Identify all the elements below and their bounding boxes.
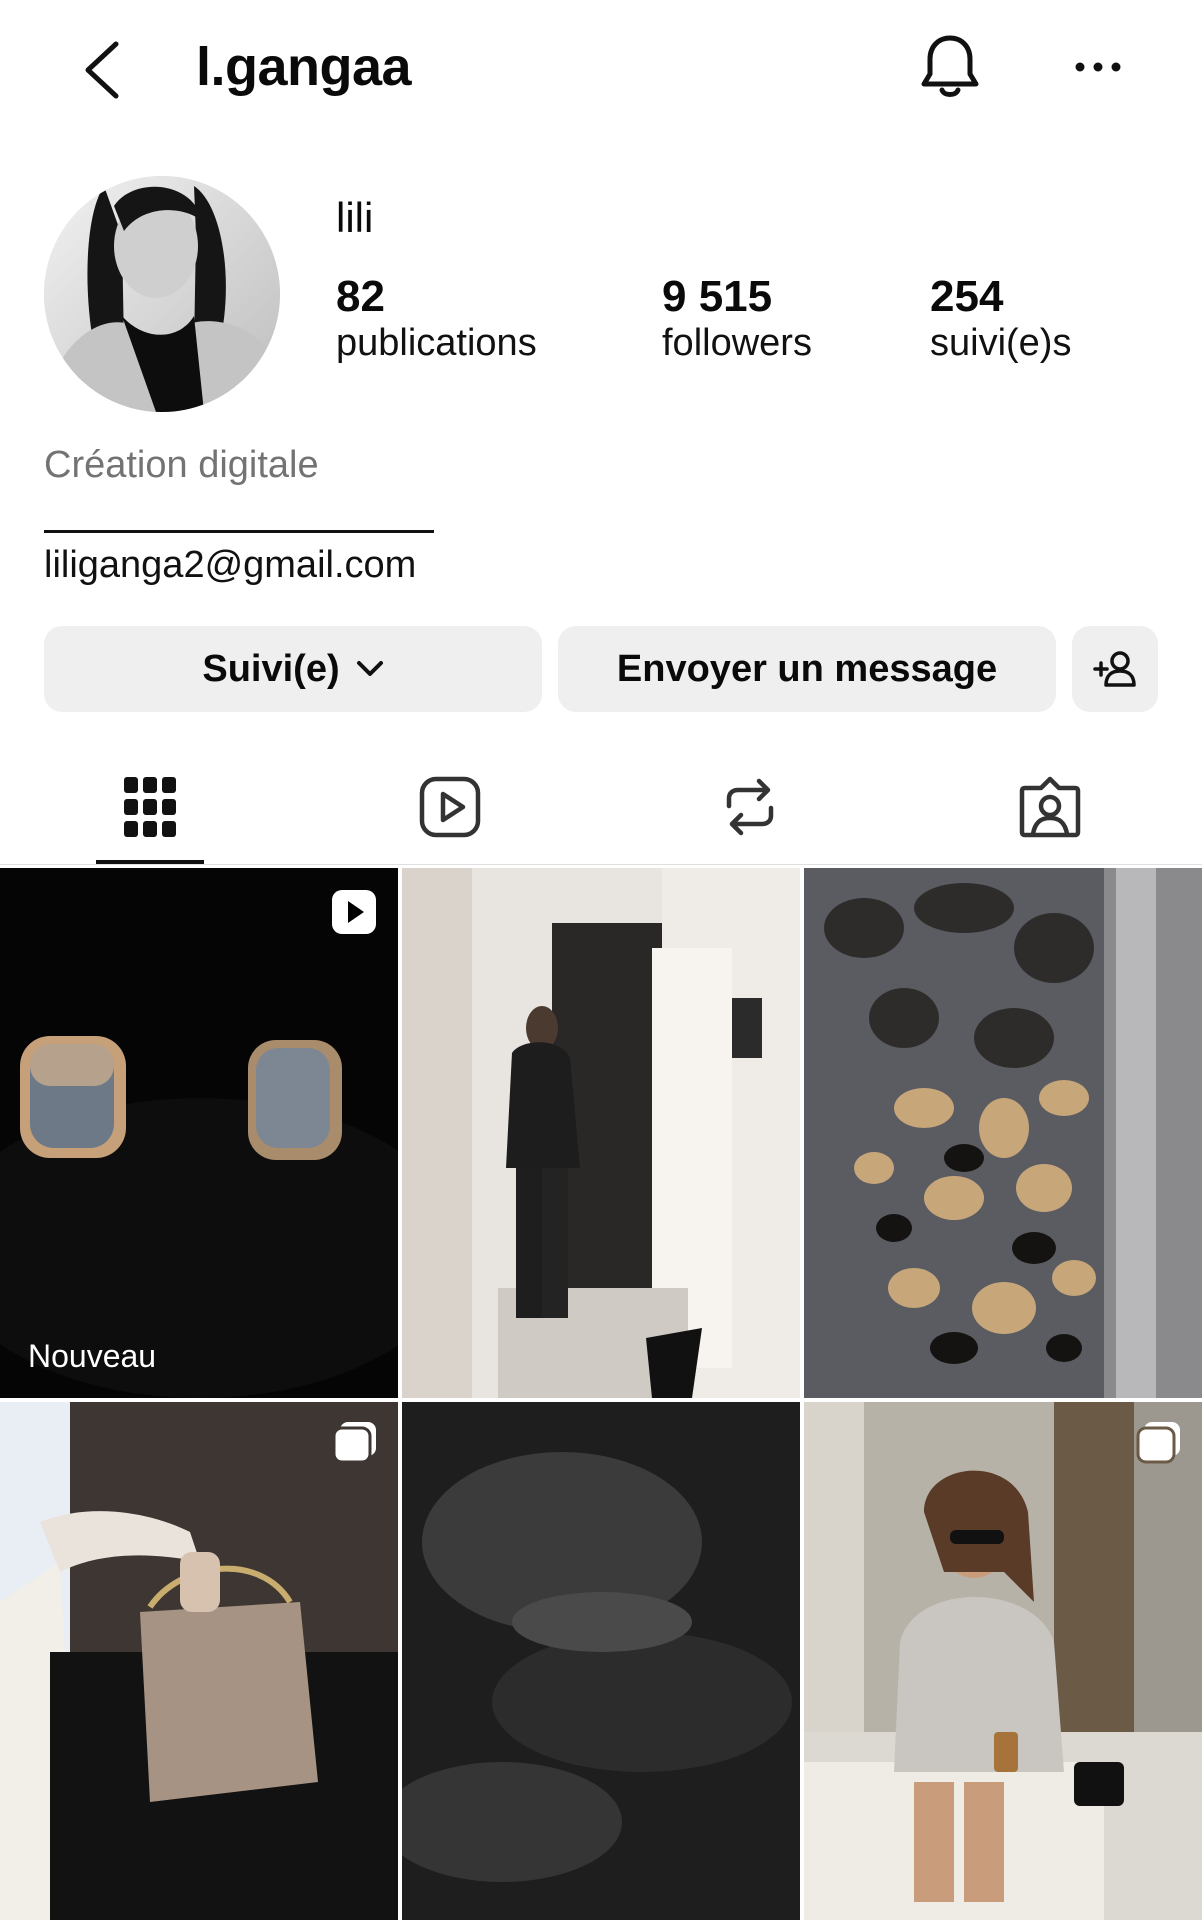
stat-label: publications	[336, 322, 537, 364]
stat-publications[interactable]: 82 publications	[336, 272, 537, 365]
post-image	[402, 1402, 800, 1920]
profile-username: l.gangaa	[196, 37, 412, 97]
post-tile-3[interactable]	[804, 868, 1202, 1398]
post-tile-5[interactable]	[402, 1402, 800, 1920]
suggest-people-button[interactable]	[1072, 626, 1158, 712]
reel-icon	[332, 890, 376, 934]
post-image	[0, 868, 398, 1398]
post-image	[804, 868, 1202, 1398]
stat-value: 254	[930, 272, 1004, 321]
carousel-icon	[332, 1422, 378, 1464]
reels-icon	[419, 776, 481, 838]
display-name: lili	[336, 194, 374, 241]
tab-reposts[interactable]	[600, 752, 900, 862]
stat-value: 82	[336, 272, 385, 321]
profile-email[interactable]: liliganga2@gmail.com	[44, 544, 416, 587]
post-image	[402, 868, 800, 1398]
back-icon[interactable]	[78, 38, 128, 102]
grid-icon	[124, 777, 176, 837]
stat-followers[interactable]: 9 515 followers	[662, 272, 812, 365]
stat-value: 9 515	[662, 272, 773, 321]
tab-reels[interactable]	[300, 752, 600, 862]
post-image	[804, 1402, 1202, 1920]
bio-divider	[44, 530, 434, 533]
more-options-icon[interactable]	[1070, 50, 1126, 84]
tab-posts[interactable]	[0, 752, 300, 862]
tagged-icon	[1019, 776, 1081, 838]
bell-icon[interactable]	[918, 32, 982, 102]
post-tile-2[interactable]	[402, 868, 800, 1398]
post-tile-4[interactable]	[0, 1402, 398, 1920]
message-button[interactable]: Envoyer un message	[558, 626, 1056, 712]
add-person-icon	[1092, 649, 1138, 689]
stat-label: followers	[662, 322, 812, 364]
carousel-icon	[1136, 1422, 1182, 1464]
profile-avatar[interactable]	[44, 176, 280, 412]
following-button[interactable]: Suivi(e)	[44, 626, 542, 712]
message-label: Envoyer un message	[616, 647, 998, 690]
post-tile-1[interactable]: Nouveau	[0, 868, 398, 1398]
post-tile-6[interactable]	[804, 1402, 1202, 1920]
following-label: Suivi(e)	[202, 647, 340, 690]
stat-following[interactable]: 254 suivi(e)s	[930, 272, 1071, 365]
chevron-down-icon	[356, 660, 384, 678]
tab-tagged[interactable]	[900, 752, 1200, 862]
profile-category: Création digitale	[44, 444, 319, 486]
post-new-label: Nouveau	[28, 1338, 157, 1374]
reposts-icon	[721, 776, 779, 838]
tabs-divider	[0, 864, 1202, 865]
post-image	[0, 1402, 398, 1920]
stat-label: suivi(e)s	[930, 322, 1072, 364]
